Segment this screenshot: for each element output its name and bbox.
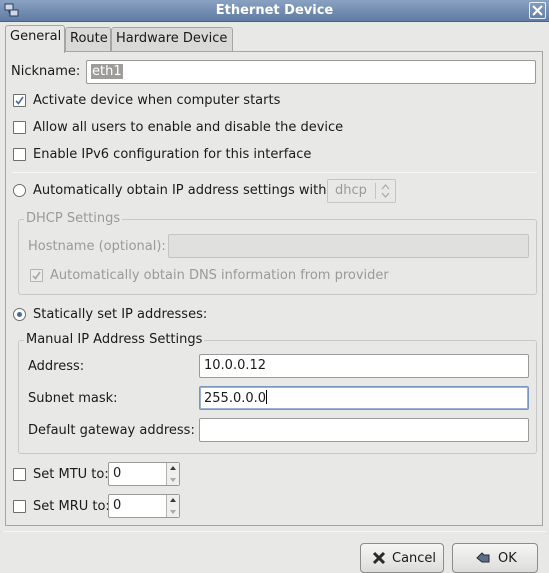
static-ip-radio[interactable] [13,308,26,321]
nickname-field[interactable]: eth1 [86,60,536,84]
auto-obtain-label[interactable]: Automatically obtain IP address settings… [33,183,331,198]
enable-ipv6-checkbox[interactable] [13,148,26,161]
activate-on-start-label[interactable]: Activate device when computer starts [33,93,280,108]
spin-down-icon[interactable] [167,506,179,517]
static-ip-label[interactable]: Statically set IP addresses: [33,307,207,322]
tab-general[interactable]: General [5,25,65,53]
ok-button-label: OK [498,551,517,566]
mtu-spin-arrows[interactable] [166,463,179,485]
auto-dns-label: Automatically obtain DNS information fro… [50,268,389,283]
combo-divider [375,183,376,199]
activate-on-start-checkbox[interactable] [13,94,26,107]
mru-label[interactable]: Set MRU to: [33,499,110,514]
spin-up-icon[interactable] [167,463,179,474]
gateway-label: Default gateway address: [28,423,195,438]
enable-ipv6-label[interactable]: Enable IPv6 configuration for this inter… [33,147,311,162]
tab-route-label: Route [70,31,108,46]
text-caret [266,390,268,404]
ok-hand-icon [474,549,492,567]
checkmark-icon [32,271,41,280]
tab-route[interactable]: Route [65,27,111,51]
mtu-value: 0 [113,466,122,481]
cancel-x-icon [370,549,388,567]
mtu-spinner[interactable]: 0 [108,462,180,486]
title-bar: Ethernet Device [0,0,549,22]
manual-ip-title: Manual IP Address Settings [24,332,205,347]
protocol-value: dhcp [335,183,367,198]
mtu-label[interactable]: Set MTU to: [33,467,109,482]
radio-dot [17,312,22,317]
tab-general-label: General [10,29,62,44]
close-icon[interactable] [529,2,546,19]
subnet-label: Subnet mask: [28,391,118,406]
separator [12,172,537,173]
hostname-field[interactable] [168,234,529,258]
address-value: 10.0.0.12 [204,358,267,373]
mru-spin-arrows[interactable] [166,495,179,517]
auto-dns-checkbox[interactable] [30,269,43,282]
mtu-checkbox[interactable] [13,468,26,481]
cancel-button-label: Cancel [392,551,437,566]
checkmark-icon [15,96,24,105]
window-title: Ethernet Device [215,3,334,18]
mru-checkbox[interactable] [13,500,26,513]
tab-hardware-device[interactable]: Hardware Device [111,27,233,51]
gateway-field[interactable] [199,418,529,442]
address-field[interactable]: 10.0.0.12 [199,354,529,378]
subnet-field[interactable]: 255.0.0.0 [199,386,529,410]
allow-users-label[interactable]: Allow all users to enable and disable th… [33,120,343,135]
nickname-label: Nickname: [11,64,81,79]
hostname-label: Hostname (optional): [28,239,166,254]
spin-arrows-icon [381,183,390,203]
dhcp-settings-title: DHCP Settings [24,211,123,226]
spin-down-icon[interactable] [167,474,179,485]
auto-obtain-radio[interactable] [13,184,26,197]
allow-users-checkbox[interactable] [13,121,26,134]
mru-value: 0 [113,498,122,513]
tab-hardware-device-label: Hardware Device [116,31,228,46]
subnet-value: 255.0.0.0 [204,391,267,406]
protocol-combo[interactable]: dhcp [327,179,396,203]
spin-up-icon[interactable] [167,495,179,506]
nickname-value: eth1 [91,64,123,79]
button-separator [3,531,546,532]
address-label: Address: [28,359,85,374]
mru-spinner[interactable]: 0 [108,494,180,518]
